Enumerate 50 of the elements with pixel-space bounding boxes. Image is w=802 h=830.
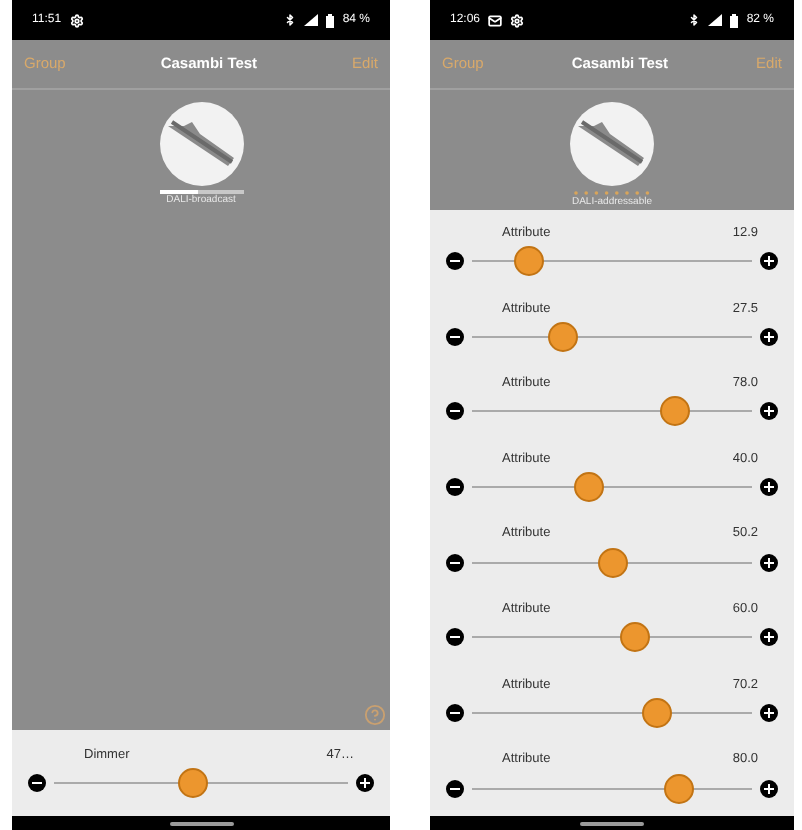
plus-button[interactable] — [760, 779, 778, 798]
plus-button[interactable] — [760, 402, 778, 421]
minus-button[interactable] — [28, 773, 46, 792]
slider-track[interactable] — [472, 622, 752, 653]
lamp-logo-icon — [159, 102, 243, 186]
minus-button[interactable] — [446, 628, 464, 647]
slider-thumb[interactable] — [178, 767, 209, 798]
plus-button[interactable] — [760, 703, 778, 722]
settings-icon — [510, 13, 525, 27]
slider-thumb[interactable] — [574, 472, 605, 503]
home-indicator — [580, 821, 644, 825]
slider-track[interactable] — [472, 697, 752, 728]
cell-signal-icon — [708, 14, 723, 26]
settings-icon — [69, 13, 84, 27]
minus-button[interactable] — [446, 703, 464, 722]
cell-signal-icon — [304, 14, 319, 26]
minus-button[interactable] — [446, 553, 464, 572]
lamp-logo-icon — [570, 102, 654, 186]
slider-track[interactable] — [472, 472, 752, 503]
home-indicator — [169, 821, 233, 825]
minus-button[interactable] — [446, 402, 464, 421]
slider-track[interactable] — [472, 547, 752, 578]
slider-track[interactable] — [472, 396, 752, 427]
slider-thumb[interactable] — [597, 547, 627, 578]
plus-button[interactable] — [760, 628, 778, 647]
slider-thumb[interactable] — [547, 321, 577, 352]
battery-icon — [730, 13, 739, 27]
slider-thumb[interactable] — [514, 246, 545, 277]
plus-button[interactable] — [356, 773, 374, 792]
minus-button[interactable] — [446, 779, 464, 798]
minus-button[interactable] — [446, 478, 464, 497]
bluetooth-icon — [284, 14, 297, 26]
plus-button[interactable] — [760, 252, 778, 271]
slider-thumb[interactable] — [664, 773, 695, 804]
dotted-indicator-drawing — [572, 190, 652, 196]
mail-icon — [488, 13, 503, 27]
minus-button[interactable] — [446, 327, 464, 346]
slider-track[interactable] — [54, 767, 348, 798]
plus-button[interactable] — [760, 478, 778, 497]
plus-button[interactable] — [760, 553, 778, 572]
slider-track[interactable] — [472, 321, 752, 352]
slider-track[interactable] — [472, 246, 752, 277]
minus-button[interactable] — [446, 252, 464, 271]
bluetooth-icon — [688, 14, 701, 26]
plus-button[interactable] — [760, 327, 778, 346]
slider-thumb[interactable] — [619, 622, 650, 653]
slider-track[interactable] — [472, 773, 752, 804]
slider-thumb[interactable] — [642, 697, 672, 728]
slider-thumb[interactable] — [659, 396, 690, 427]
battery-icon — [326, 13, 335, 27]
